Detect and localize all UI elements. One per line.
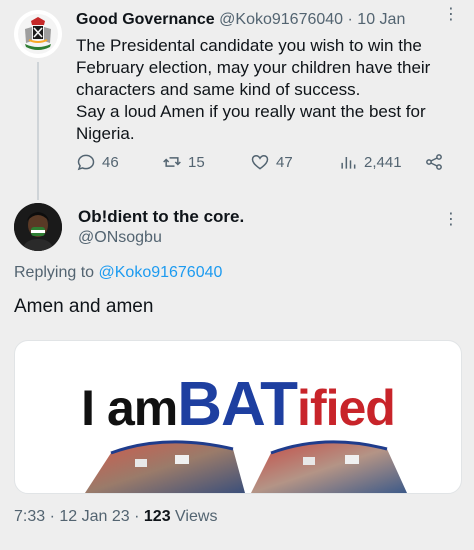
tweet-text-line: Say a loud Amen if you really want the b… [76,102,426,121]
tweet-full-date[interactable]: 12 Jan 23 [59,508,129,525]
attached-image[interactable]: I amBATified [14,340,462,494]
tweet-actions: 46 15 47 2,441 [76,152,456,176]
tweet-text-line: February election, may your children hav… [76,58,431,77]
replying-to: Replying to @Koko91676040 [14,264,222,282]
reply-icon [77,154,95,171]
replying-to-mention[interactable]: @Koko91676040 [99,264,223,281]
views-total: 123 [143,508,171,525]
author-avatar[interactable] [14,10,62,58]
crowd-photo [85,440,407,493]
author-handle[interactable]: @Koko91676040 [219,11,343,28]
share-icon [426,154,442,170]
views-label: Views [175,508,218,525]
header-separator: · [347,11,353,28]
reply-text: Amen and amen [14,296,154,317]
tweet-text-line: The Presidental candidate you wish to wi… [76,36,422,55]
tweet-time[interactable]: 7:33 [14,508,45,525]
reply-count: 46 [102,153,119,171]
tweet-timestamp: 7:33 · 12 Jan 23 · 123 Views [14,508,218,525]
reply-author-name[interactable]: Ob!dient to the core. [78,207,244,227]
reply-button[interactable]: 46 [76,152,119,172]
views-count: 2,441 [364,153,402,171]
coat-of-arms-icon [18,14,58,54]
author-name[interactable]: Good Governance [76,11,215,28]
profile-photo [14,203,62,251]
retweet-icon [163,157,181,167]
tweet-text: The Presidental candidate you wish to wi… [76,35,456,145]
views-button[interactable]: 2,441 [338,152,402,172]
tweet-text-line: Nigeria. [76,124,135,143]
like-button[interactable]: 47 [250,152,293,172]
retweet-count: 15 [188,153,205,171]
more-options-icon[interactable]: ⋮ [443,7,459,23]
analytics-icon [341,157,356,169]
retweet-button[interactable]: 15 [162,152,205,172]
heart-icon [251,154,269,170]
tweet-date[interactable]: 10 Jan [357,11,405,28]
tweet-text-line: characters and same kind of success. [76,80,361,99]
like-count: 47 [276,153,293,171]
replying-to-label: Replying to [14,264,95,281]
thread-line [37,62,39,200]
reply-more-options-icon[interactable]: ⋮ [443,212,459,228]
reply-author-avatar[interactable] [14,203,62,251]
share-button[interactable] [424,152,444,172]
reply-author-handle[interactable]: @ONsogbu [78,229,162,247]
tweet-header: Good Governance @Koko91676040 · 10 Jan [76,11,405,29]
